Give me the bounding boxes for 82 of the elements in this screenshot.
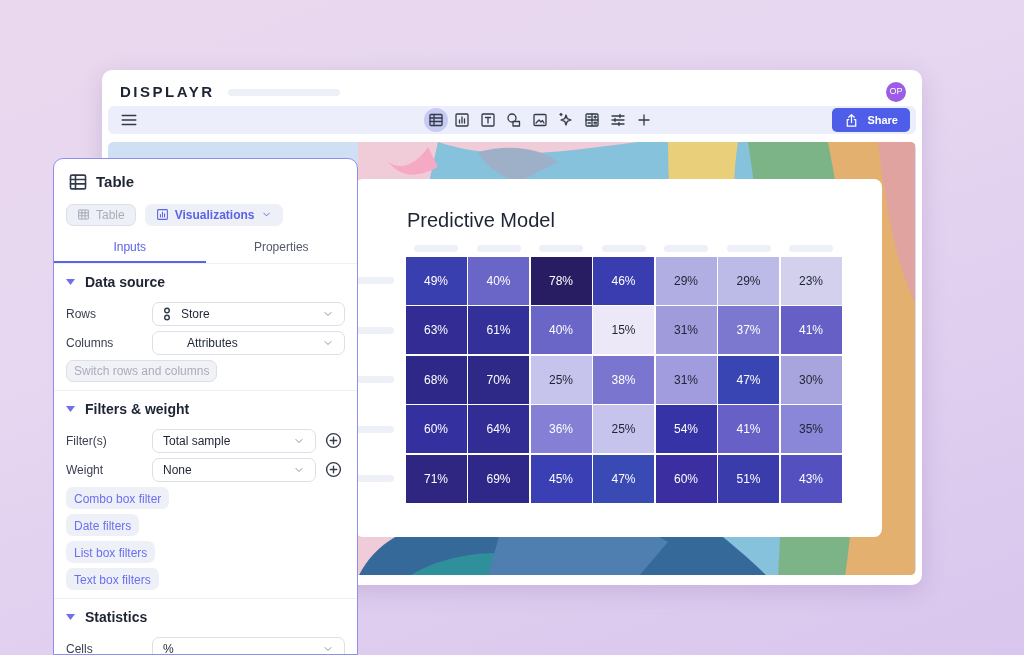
dropdown-field[interactable]: None xyxy=(152,457,316,482)
table-cell: 30% xyxy=(780,355,842,404)
table-cell: 25% xyxy=(593,405,654,453)
variable-icon xyxy=(163,306,171,321)
dropdown-field[interactable]: Store xyxy=(152,301,345,326)
table-icon xyxy=(428,112,445,128)
type-button[interactable]: Visualizations xyxy=(144,203,283,226)
skeleton-line xyxy=(356,376,394,383)
skeleton-line xyxy=(356,425,394,433)
table-cell: 40% xyxy=(530,306,592,354)
filter-chip[interactable]: Text box filters xyxy=(66,567,159,590)
table-icon xyxy=(68,172,88,193)
shapes-icon xyxy=(506,112,523,128)
share-button[interactable]: Share xyxy=(832,108,910,132)
skeleton-line xyxy=(356,326,394,334)
field-label: Columns xyxy=(66,334,115,352)
expanded-triangle-icon[interactable] xyxy=(66,613,75,621)
table-cell: 45% xyxy=(530,454,592,503)
field-label: Rows xyxy=(66,305,97,323)
section-title: Data source xyxy=(85,272,166,292)
table-cell: 64% xyxy=(468,405,529,453)
section-title: Statistics xyxy=(85,607,148,627)
table-cell: 15% xyxy=(593,306,654,354)
logo: DISPLAYR xyxy=(120,81,215,102)
bar-chart-icon xyxy=(155,208,169,221)
table-cell: 29% xyxy=(718,256,779,305)
filter-chip[interactable]: List box filters xyxy=(66,540,156,563)
grid-icon xyxy=(77,208,90,221)
table-cell: 41% xyxy=(718,405,779,453)
table-cell: 47% xyxy=(593,454,654,503)
tab[interactable]: Inputs xyxy=(54,231,206,263)
table-cell: 46% xyxy=(593,256,654,305)
tab[interactable]: Properties xyxy=(205,231,357,263)
bar-chart-icon xyxy=(454,112,471,128)
table-cell: 71% xyxy=(405,454,467,503)
table-cell: 63% xyxy=(405,306,467,354)
panel-title: Table xyxy=(96,172,135,192)
chart-title: Predictive Model xyxy=(407,208,555,233)
skeleton-line xyxy=(356,475,394,482)
table-cell: 78% xyxy=(530,256,592,305)
table-cell: 70% xyxy=(468,355,529,404)
expanded-triangle-icon[interactable] xyxy=(66,278,75,286)
image-icon xyxy=(532,112,549,128)
skeleton-line xyxy=(356,277,394,284)
text-icon xyxy=(480,112,497,128)
calculator-icon xyxy=(584,112,601,128)
add-circle-icon[interactable] xyxy=(325,461,342,478)
table-cell: 51% xyxy=(718,454,779,503)
table-cell: 41% xyxy=(780,306,842,354)
table-cell: 36% xyxy=(530,405,592,453)
table-cell: 25% xyxy=(530,355,592,404)
table-cell: 37% xyxy=(718,306,779,354)
avatar[interactable]: OP xyxy=(886,82,906,102)
table-cell: 49% xyxy=(405,256,467,305)
dropdown-field[interactable]: Total sample xyxy=(152,428,316,453)
table-cell: 31% xyxy=(655,306,717,354)
table-cell: 23% xyxy=(780,256,842,305)
dropdown-field[interactable]: % xyxy=(152,636,345,654)
table-cell: 29% xyxy=(655,256,717,305)
table-cell: 38% xyxy=(593,355,654,404)
table-cell: 69% xyxy=(468,454,529,503)
field-label: Weight xyxy=(66,461,105,479)
table-cell: 31% xyxy=(655,355,717,404)
table-cell: 40% xyxy=(468,256,529,305)
add-circle-icon[interactable] xyxy=(325,432,342,449)
filter-chip[interactable]: Date filters xyxy=(66,513,140,536)
sliders-icon xyxy=(610,112,627,128)
expanded-triangle-icon[interactable] xyxy=(66,405,75,413)
table-cell: 47% xyxy=(718,355,779,404)
table-cell: 60% xyxy=(405,405,467,453)
section-title: Filters & weight xyxy=(85,399,190,419)
table-cell: 60% xyxy=(655,454,717,503)
tool-button[interactable] xyxy=(424,108,449,132)
table-cell: 68% xyxy=(405,355,467,404)
table-cell: 35% xyxy=(780,405,842,453)
field-label: Cells xyxy=(66,640,94,654)
dropdown-field[interactable]: Attributes xyxy=(152,330,345,355)
filter-chip[interactable]: Combo box filter xyxy=(66,486,170,509)
table-cell: 54% xyxy=(655,405,717,453)
table-cell: 43% xyxy=(780,454,842,503)
table-cell: 61% xyxy=(468,306,529,354)
field-label: Filter(s) xyxy=(66,432,108,450)
